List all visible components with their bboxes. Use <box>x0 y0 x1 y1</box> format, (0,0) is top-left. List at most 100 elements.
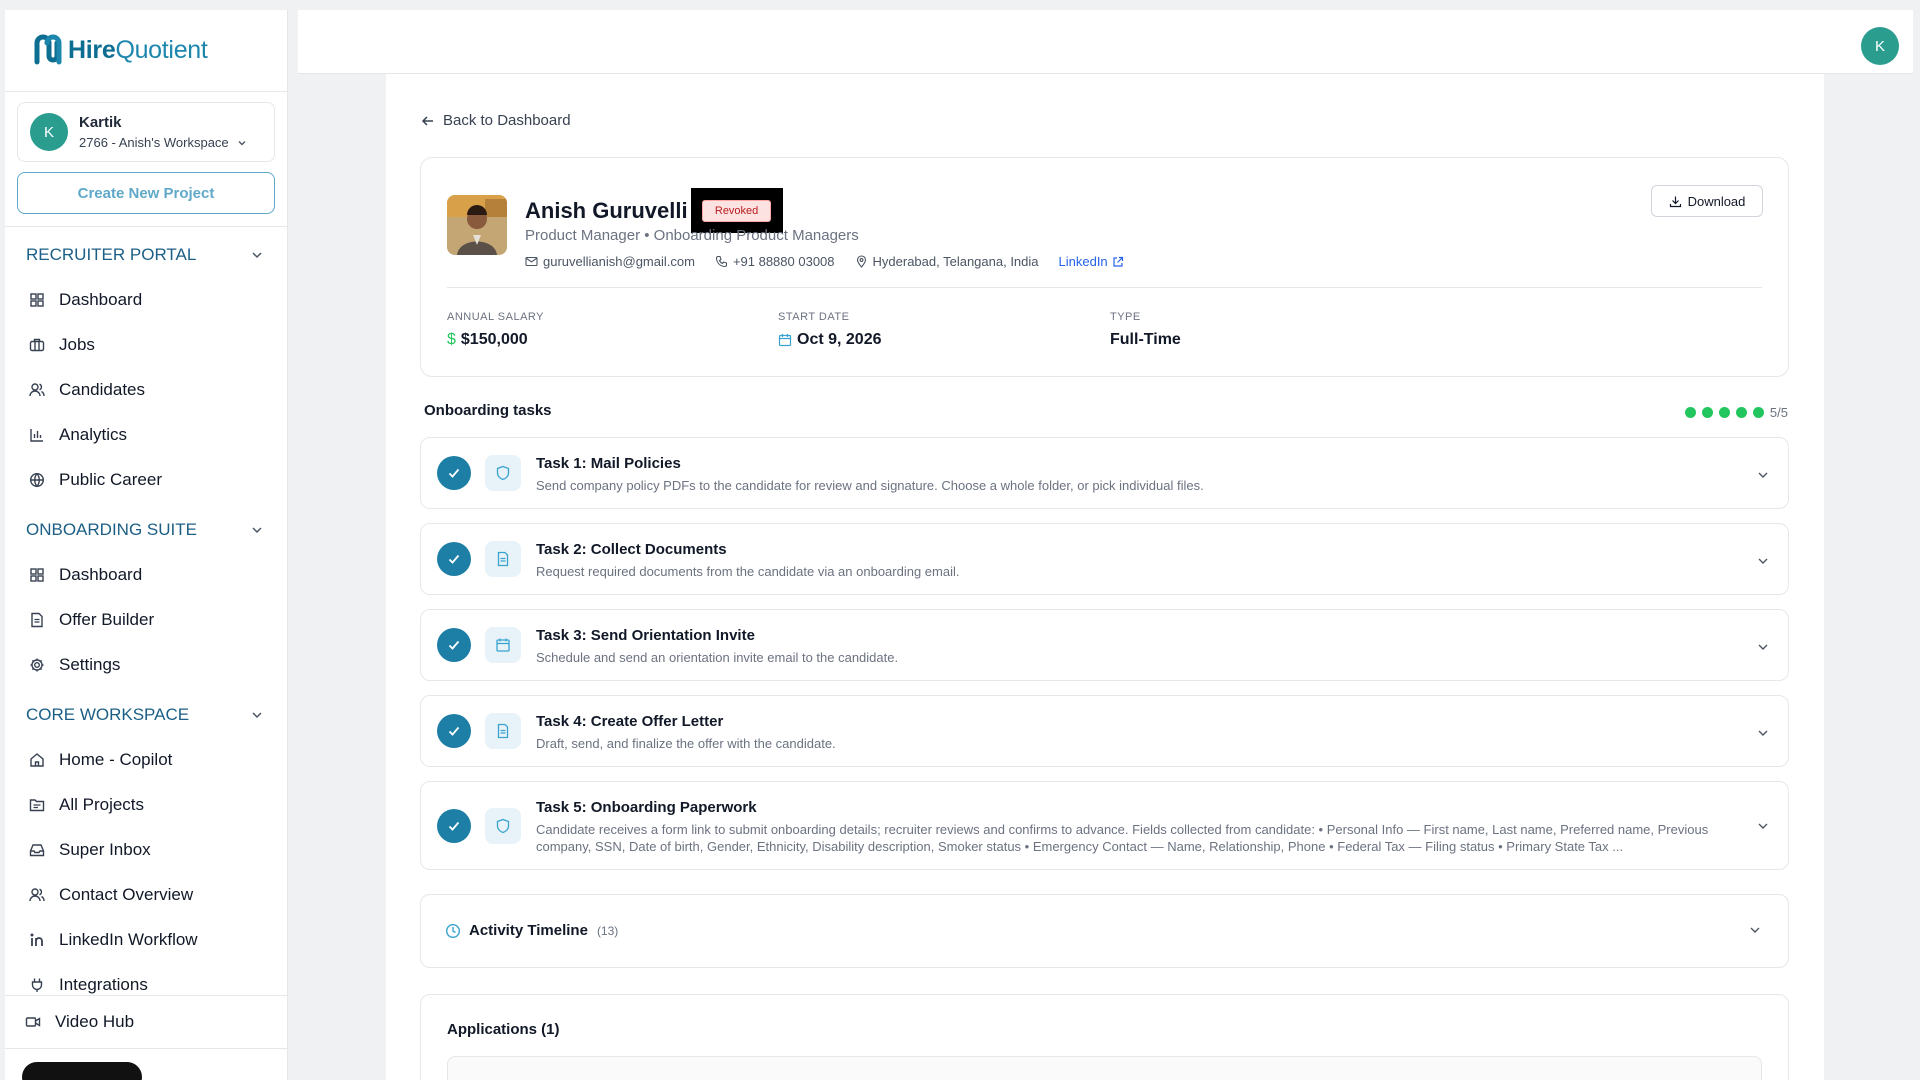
activity-timeline-label: Activity Timeline <box>469 922 588 939</box>
workspace-switcher[interactable]: K Kartik 2766 - Anish's Workspace <box>17 102 275 162</box>
location-pin-icon <box>856 255 866 268</box>
annual-salary-value: $150,000 <box>460 331 528 348</box>
phone-icon <box>715 255 727 268</box>
candidate-location: Hyderabad, Telangana, India <box>872 254 1039 269</box>
brand-name-part1: Hire <box>68 36 116 64</box>
task-description: Schedule and send an orientation invite … <box>536 650 899 665</box>
chevron-down-icon[interactable] <box>1748 923 1762 937</box>
video-icon <box>25 1017 41 1027</box>
linkedin-link[interactable]: LinkedIn <box>1059 254 1124 269</box>
sidebar-item-all-projects[interactable]: All Projects <box>5 782 287 827</box>
task-card-2[interactable]: Task 2: Collect Documents Request requir… <box>420 523 1789 595</box>
task-title: Task 1: Mail Policies <box>536 455 681 472</box>
sidebar-item-analytics[interactable]: Analytics <box>5 412 287 457</box>
sidebar-item-dashboard[interactable]: Dashboard <box>5 277 287 322</box>
chevron-down-icon[interactable] <box>1756 554 1770 568</box>
section-header-recruiter-portal[interactable]: RECRUITER PORTAL <box>5 233 287 277</box>
sidebar-item-label: Analytics <box>59 424 128 444</box>
users-icon <box>29 382 45 396</box>
sidebar-item-label: Offer Builder <box>59 609 155 629</box>
stat-value-row: $ $150,000 <box>447 331 544 349</box>
task-card-1[interactable]: Task 1: Mail Policies Send company polic… <box>420 437 1789 509</box>
chevron-down-icon[interactable] <box>1756 819 1770 833</box>
document-icon <box>485 713 521 749</box>
progress-dot <box>1735 407 1747 418</box>
tasks-progress: 5/5 <box>1684 405 1788 420</box>
calendar-icon <box>778 334 792 347</box>
type-stat: TYPE Full-Time <box>1110 311 1181 349</box>
grid-icon <box>30 292 44 307</box>
check-icon <box>437 628 471 662</box>
progress-count: 5/5 <box>1769 405 1788 420</box>
phone-item: +91 88880 03008 <box>715 254 835 269</box>
candidate-photo <box>447 195 507 255</box>
task-title: Task 5: Onboarding Paperwork <box>536 799 757 816</box>
sidebar-item-label: Contact Overview <box>59 884 194 904</box>
task-card-4[interactable]: Task 4: Create Offer Letter Draft, send,… <box>420 695 1789 767</box>
chevron-down-icon[interactable] <box>1756 726 1770 740</box>
back-to-dashboard-link[interactable]: Back to Dashboard <box>421 112 571 129</box>
sidebar-item-label: LinkedIn Workflow <box>59 929 198 949</box>
sidebar-item-home-copilot[interactable]: Home - Copilot <box>5 737 287 782</box>
sidebar-item-onboarding-dashboard[interactable]: Dashboard <box>5 552 287 597</box>
candidate-phone: +91 88880 03008 <box>732 254 835 269</box>
chevron-down-icon[interactable] <box>1756 468 1770 482</box>
applications-title: Applications (1) <box>447 1021 560 1038</box>
application-row[interactable] <box>447 1056 1762 1080</box>
candidate-role: Product Manager • Onboarding Product Man… <box>525 227 859 244</box>
brand-name-part2: Quotient <box>115 36 208 64</box>
check-icon <box>437 456 471 490</box>
progress-dot <box>1684 407 1696 418</box>
progress-dot <box>1752 407 1764 418</box>
section-header-onboarding-suite[interactable]: ONBOARDING SUITE <box>5 508 287 552</box>
download-label: Download <box>1687 193 1746 209</box>
user-avatar[interactable]: K <box>1861 27 1899 65</box>
brand-logo[interactable]: HireQuotient <box>5 10 287 92</box>
workspace-name: 2766 - Anish's Workspace <box>79 135 229 150</box>
sidebar-item-settings[interactable]: Settings <box>5 642 287 687</box>
candidate-contacts: guruvellianish@gmail.com +91 88880 03008… <box>525 254 1124 269</box>
sidebar-item-candidates[interactable]: Candidates <box>5 367 287 412</box>
sidebar-item-label: Dashboard <box>59 564 143 584</box>
create-new-project-button[interactable]: Create New Project <box>17 172 275 214</box>
divider <box>447 287 1762 288</box>
users-icon <box>29 887 45 901</box>
arrow-left-icon <box>421 115 433 126</box>
task-description: Candidate receives a form link to submit… <box>536 822 1709 854</box>
applications-section: Applications (1) <box>420 994 1789 1080</box>
progress-dot <box>1701 407 1713 418</box>
candidate-card: Anish Guruvelli Revoked Product Manager … <box>420 157 1789 377</box>
activity-timeline[interactable]: Activity Timeline (13) <box>420 894 1789 968</box>
sidebar-item-super-inbox[interactable]: Super Inbox <box>5 827 287 872</box>
dark-pill-button[interactable] <box>22 1062 142 1080</box>
download-button[interactable]: Download <box>1651 185 1763 217</box>
back-link-label: Back to Dashboard <box>443 112 571 129</box>
sidebar-item-video-hub[interactable]: Video Hub <box>5 996 287 1048</box>
plug-icon <box>31 978 43 992</box>
section-header-core-workspace[interactable]: CORE WORKSPACE <box>5 693 287 737</box>
sidebar-item-linkedin-workflow[interactable]: LinkedIn Workflow <box>5 917 287 962</box>
task-card-5[interactable]: Task 5: Onboarding Paperwork Candidate r… <box>420 781 1789 870</box>
document-icon <box>31 612 43 627</box>
sidebar-item-public-career[interactable]: Public Career <box>5 457 287 502</box>
workspace-user-name: Kartik <box>79 114 122 131</box>
task-card-3[interactable]: Task 3: Send Orientation Invite Schedule… <box>420 609 1789 681</box>
sidebar-item-label: Public Career <box>59 469 162 489</box>
sidebar-item-contact-overview[interactable]: Contact Overview <box>5 872 287 917</box>
sidebar-item-jobs[interactable]: Jobs <box>5 322 287 367</box>
sidebar-item-label: Jobs <box>59 334 95 354</box>
activity-count: (13) <box>596 923 619 938</box>
location-item: Hyderabad, Telangana, India <box>855 254 1039 269</box>
start-date-value: Oct 9, 2026 <box>797 331 882 348</box>
sidebar-item-label: Integrations <box>59 974 148 994</box>
sidebar-item-label: Video Hub <box>55 1012 135 1031</box>
bar-chart-icon <box>30 428 43 442</box>
sidebar-item-offer-builder[interactable]: Offer Builder <box>5 597 287 642</box>
stat-label: ANNUAL SALARY <box>447 311 544 323</box>
section-title: ONBOARDING SUITE <box>26 520 197 539</box>
section-title: CORE WORKSPACE <box>26 705 190 724</box>
chevron-down-icon[interactable] <box>1756 640 1770 654</box>
chevron-down-icon <box>238 140 246 145</box>
shield-icon <box>485 455 521 491</box>
check-icon <box>437 809 471 843</box>
